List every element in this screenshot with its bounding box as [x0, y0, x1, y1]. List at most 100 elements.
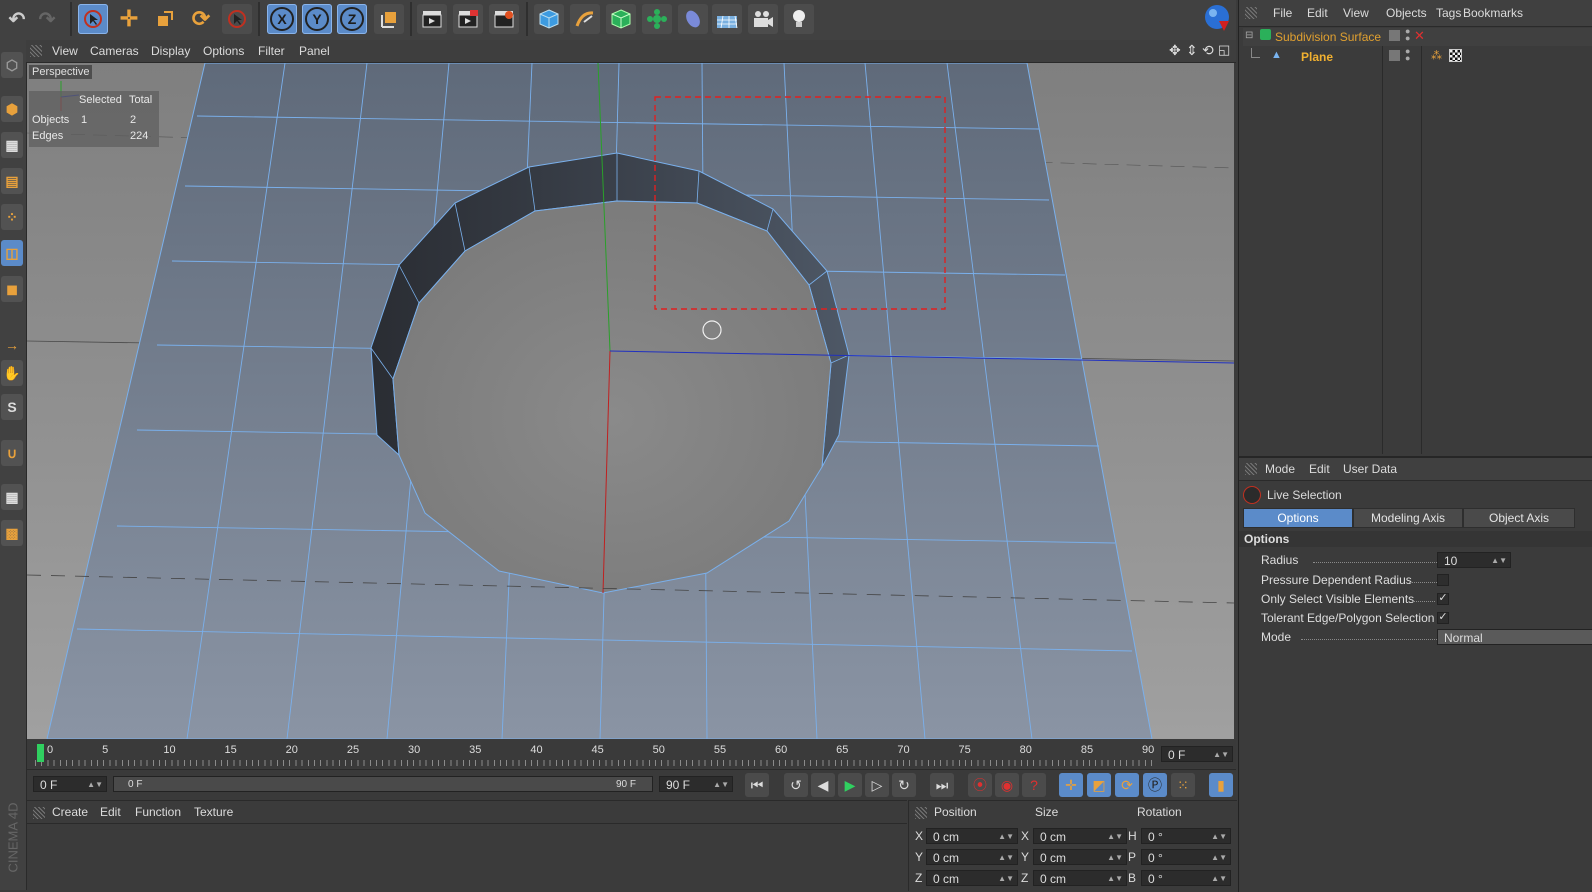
size-y-field[interactable]: 0 cm ▲▼ [1033, 849, 1127, 865]
object-name-subdivision[interactable]: Subdivision Surface [1275, 30, 1381, 44]
make-editable-icon[interactable]: ⬡ [1, 52, 23, 78]
menu-objects[interactable]: Objects [1386, 6, 1427, 20]
record-rotation-icon[interactable]: ⟳ [1115, 773, 1139, 797]
viewport-zoom-icon[interactable]: ⇕ [1186, 42, 1198, 59]
rotation-p-field[interactable]: 0 ° ▲▼ [1141, 849, 1231, 865]
viewport-menu-cameras[interactable]: Cameras [90, 44, 139, 58]
plane-layer-icon[interactable] [1389, 50, 1400, 61]
position-z-field[interactable]: 0 cm ▲▼ [926, 870, 1018, 886]
position-z-spinner-icon[interactable]: ▲▼ [998, 871, 1014, 887]
tab-object-axis[interactable]: Object Axis [1463, 508, 1575, 528]
attribute-grip-icon[interactable] [1245, 463, 1257, 475]
cube-primitive-icon[interactable] [534, 4, 564, 34]
axis-mode-icon[interactable]: → [1, 332, 23, 358]
next-key-icon[interactable]: ↻ [892, 773, 916, 797]
size-z-spinner-icon[interactable]: ▲▼ [1107, 871, 1123, 887]
mode-select[interactable]: Normal [1437, 629, 1592, 645]
previous-key-icon[interactable]: ↺ [784, 773, 808, 797]
object-name-plane[interactable]: Plane [1301, 50, 1333, 64]
axis-y-lock-button[interactable]: Y [302, 4, 332, 34]
edges-mode-icon[interactable]: ◫ [1, 240, 23, 266]
record-position-icon[interactable]: ✛ [1059, 773, 1083, 797]
last-used-tool-icon[interactable] [222, 4, 252, 34]
menu-tags[interactable]: Tags [1436, 6, 1461, 20]
viewport-grip-icon[interactable] [30, 45, 42, 57]
viewport-menu-filter[interactable]: Filter [258, 44, 285, 58]
material-grip-icon[interactable] [33, 807, 45, 819]
object-row-subdivision[interactable]: ⊟ Subdivision Surface ● ● ✕ [1243, 27, 1592, 46]
viewport-move-icon[interactable]: ✥ [1169, 42, 1181, 59]
object-row-plane[interactable]: ▲ Plane ● ● ⁂ [1243, 47, 1592, 66]
menu-view[interactable]: View [1343, 6, 1369, 20]
go-to-end-icon[interactable]: ⏭ [930, 773, 954, 797]
go-to-start-icon[interactable]: ⏮ [745, 773, 769, 797]
next-frame-icon[interactable]: ▷ [865, 773, 889, 797]
magnet-icon[interactable]: ∪ [1, 440, 23, 466]
size-x-spinner-icon[interactable]: ▲▼ [1107, 829, 1123, 845]
viewport-menu-display[interactable]: Display [151, 44, 190, 58]
deformer-icon[interactable] [678, 4, 708, 34]
axis-x-lock-button[interactable]: X [267, 4, 297, 34]
perspective-viewport[interactable]: Perspective Selected Total Objects 1 2 E… [27, 63, 1234, 739]
texture-mode-icon[interactable]: ▦ [1, 132, 23, 158]
attr-menu-user-data[interactable]: User Data [1343, 462, 1397, 476]
move-tool-icon[interactable]: ✛ [114, 4, 144, 34]
end-frame-spinner-icon[interactable]: ▲▼ [713, 777, 729, 793]
radius-input[interactable]: 10 ▲▼ [1437, 552, 1511, 568]
timeline-ruler[interactable]: 0 5 10 15 20 25 30 35 40 45 50 55 60 65 70 75 80 85 90 0 F… [27, 740, 1236, 768]
keyframe-selection-icon[interactable]: ? [1022, 773, 1046, 797]
cloner-icon[interactable] [642, 4, 672, 34]
live-selection-tool-icon[interactable] [78, 4, 108, 34]
light-icon[interactable] [784, 4, 814, 34]
visibility-dots-icon[interactable]: ● ● [1405, 27, 1410, 43]
previous-frame-icon[interactable]: ◀ [811, 773, 835, 797]
tab-options[interactable]: Options [1243, 508, 1353, 528]
scale-tool-icon[interactable] [150, 4, 180, 34]
menu-bookmarks[interactable]: Bookmarks [1463, 6, 1523, 20]
redo-icon[interactable]: ↷ [32, 4, 62, 34]
attr-menu-edit[interactable]: Edit [1309, 462, 1330, 476]
subdivision-surface-icon[interactable] [606, 4, 636, 34]
start-frame-field[interactable]: 0 F ▲▼ [33, 776, 107, 792]
model-mode-icon[interactable]: ⬢ [1, 96, 23, 122]
coordinate-system-icon[interactable] [374, 4, 404, 34]
rotation-b-spinner-icon[interactable]: ▲▼ [1211, 871, 1227, 887]
rotation-h-field[interactable]: 0 ° ▲▼ [1141, 828, 1231, 844]
current-frame-spinner-icon[interactable]: ▲▼ [1213, 747, 1229, 763]
tolerant-checkbox[interactable]: ✓ [1437, 612, 1449, 624]
pressure-checkbox[interactable] [1437, 574, 1449, 586]
position-y-spinner-icon[interactable]: ▲▼ [998, 850, 1014, 866]
playhead-marker[interactable] [37, 744, 44, 762]
tab-modeling-axis[interactable]: Modeling Axis [1353, 508, 1463, 528]
object-manager-grip-icon[interactable] [1245, 7, 1257, 19]
uvw-tag-icon[interactable]: ⁂ [1431, 49, 1442, 62]
render-view-icon[interactable] [417, 4, 447, 34]
record-point-level-icon[interactable]: ⁙ [1171, 773, 1195, 797]
workplane-mode-icon[interactable]: ▤ [1, 168, 23, 194]
material-menu-function[interactable]: Function [135, 805, 181, 819]
material-menu-edit[interactable]: Edit [100, 805, 121, 819]
size-y-spinner-icon[interactable]: ▲▼ [1107, 850, 1123, 866]
render-settings-icon[interactable] [489, 4, 519, 34]
planar-workplane-icon[interactable]: ▩ [1, 520, 23, 546]
record-keys-icon[interactable]: ⦿ [968, 773, 992, 797]
attr-menu-mode[interactable]: Mode [1265, 462, 1295, 476]
points-mode-icon[interactable]: ⁘ [1, 204, 23, 230]
plane-visibility-dots-icon[interactable]: ● ● [1405, 47, 1410, 63]
autokey-icon[interactable]: ◉ [995, 773, 1019, 797]
texture-tag-icon[interactable] [1449, 49, 1462, 62]
layer-icon[interactable] [1389, 30, 1400, 41]
viewport-menu-options[interactable]: Options [203, 44, 244, 58]
position-y-field[interactable]: 0 cm ▲▼ [926, 849, 1018, 865]
end-frame-field[interactable]: 90 F ▲▼ [659, 776, 733, 792]
tweak-mode-icon[interactable]: ✋ [1, 360, 23, 386]
viewport-toggle-layout-icon[interactable]: ◱ [1218, 42, 1230, 58]
snapping-icon[interactable]: S [1, 394, 23, 420]
record-parameter-icon[interactable]: Ⓟ [1143, 773, 1167, 797]
size-z-field[interactable]: 0 cm ▲▼ [1033, 870, 1127, 886]
menu-file[interactable]: File [1273, 6, 1292, 20]
viewport-menu-view[interactable]: View [52, 44, 78, 58]
axis-z-lock-button[interactable]: Z [337, 4, 367, 34]
menu-edit[interactable]: Edit [1307, 6, 1328, 20]
floor-scene-icon[interactable] [712, 4, 742, 34]
